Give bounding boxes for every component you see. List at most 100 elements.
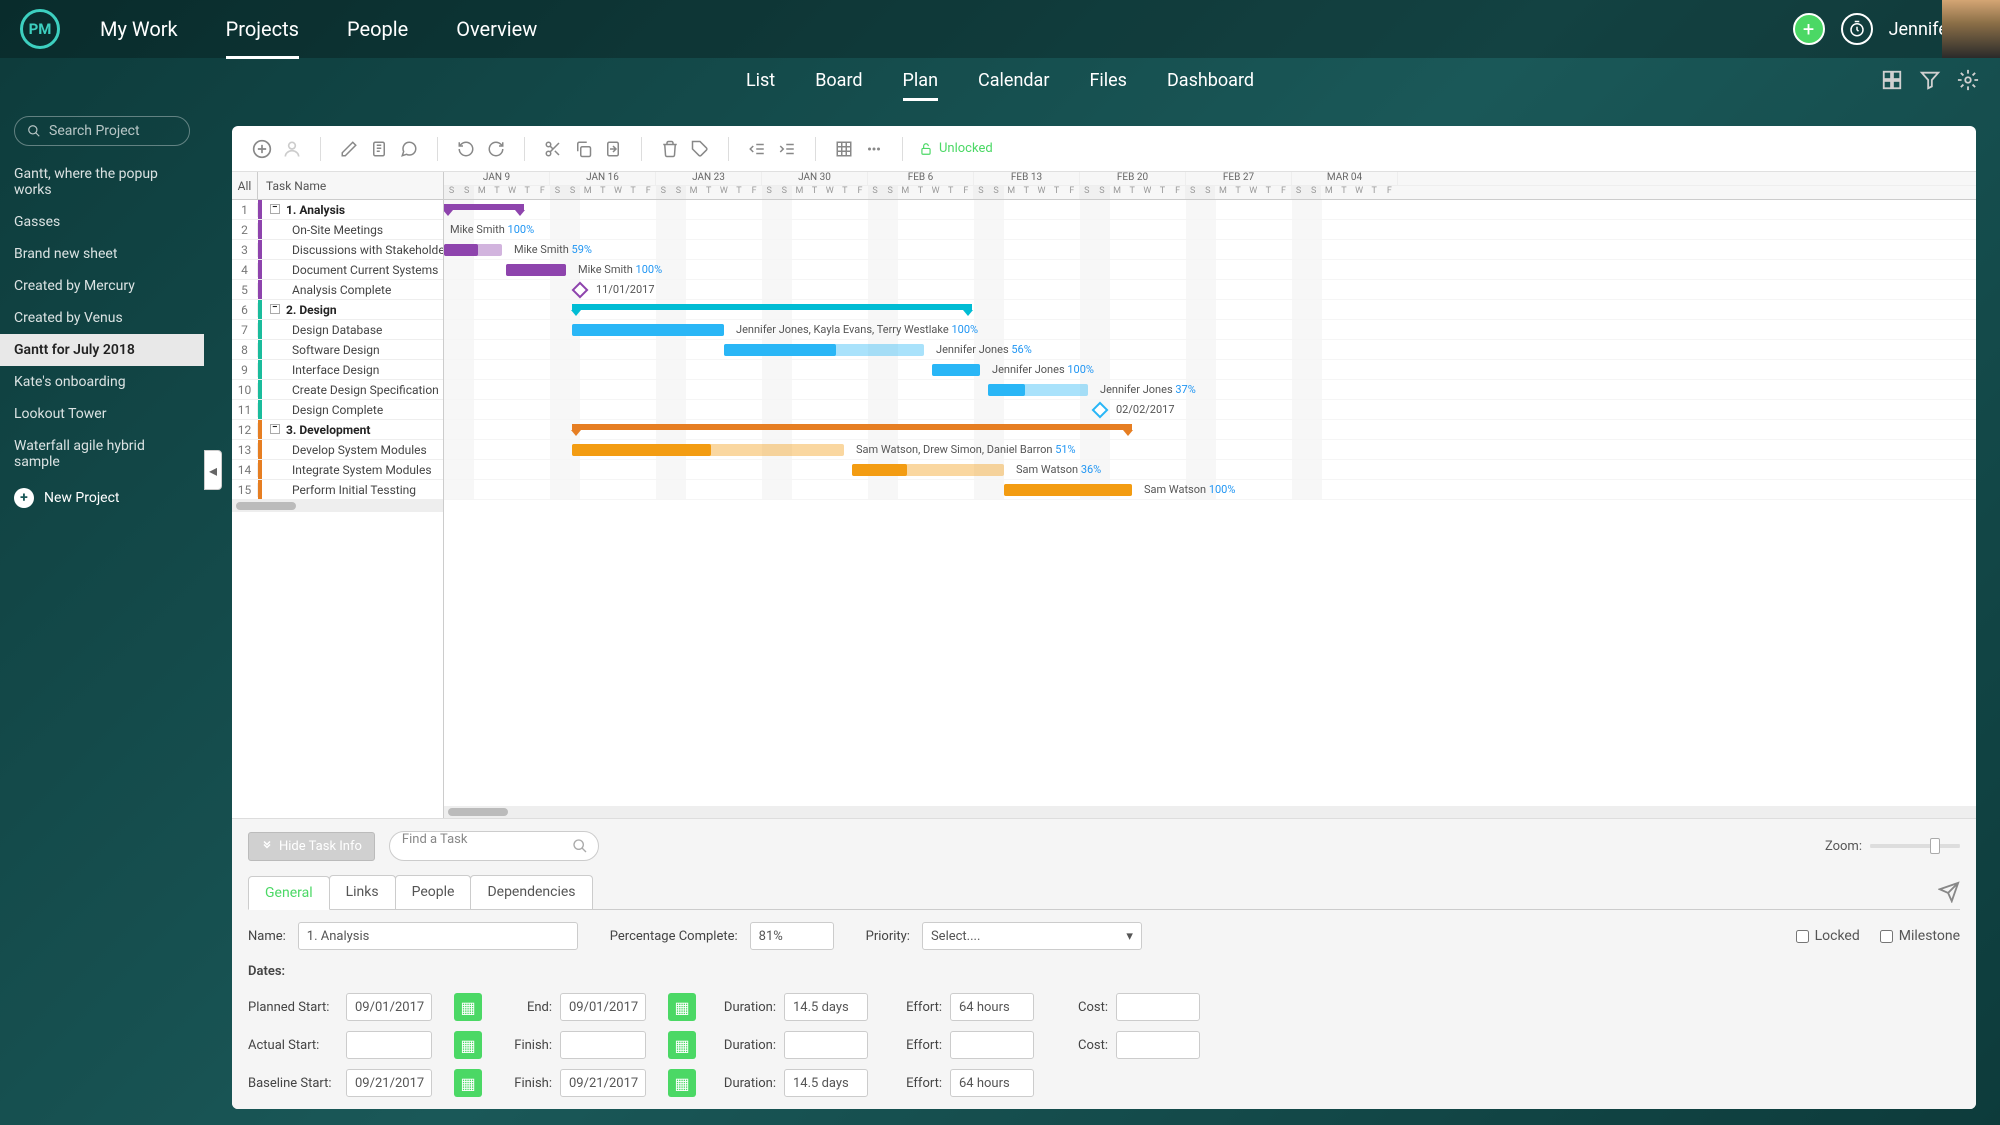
- sidebar-item[interactable]: Created by Mercury: [0, 270, 204, 302]
- timeline-row[interactable]: Jennifer Jones 37%: [444, 380, 1976, 400]
- gantt-bar[interactable]: [724, 344, 924, 356]
- gantt-bar[interactable]: [572, 444, 844, 456]
- cut-icon[interactable]: [541, 137, 565, 161]
- find-task-input[interactable]: Find a Task: [389, 831, 599, 861]
- nav-my-work[interactable]: My Work: [100, 17, 178, 59]
- hide-task-button[interactable]: Hide Task Info: [248, 832, 375, 861]
- tag-icon[interactable]: [688, 137, 712, 161]
- timeline-row[interactable]: 11/01/2017: [444, 280, 1976, 300]
- task-row[interactable]: 3Discussions with Stakeholders: [232, 240, 443, 260]
- gantt-bar[interactable]: [506, 264, 566, 276]
- task-row[interactable]: 15Perform Initial Tessting: [232, 480, 443, 500]
- timeline-row[interactable]: 02/02/2017: [444, 400, 1976, 420]
- sidebar-collapse[interactable]: ◂: [204, 450, 222, 490]
- add-task-icon[interactable]: [250, 137, 274, 161]
- calendar-icon[interactable]: ▦: [454, 1069, 482, 1097]
- timer-icon[interactable]: [1841, 13, 1873, 45]
- actual-start-input[interactable]: [346, 1031, 432, 1059]
- timeline-row[interactable]: Mike Smith 59%: [444, 240, 1976, 260]
- timeline-row[interactable]: [444, 300, 1976, 320]
- end-input[interactable]: 09/01/2017: [560, 993, 646, 1021]
- calendar-icon[interactable]: ▦: [454, 993, 482, 1021]
- effort2-input[interactable]: [950, 1031, 1034, 1059]
- task-row[interactable]: 14Integrate System Modules: [232, 460, 443, 480]
- avatar[interactable]: [1942, 0, 2000, 58]
- effort3-input[interactable]: 64 hours: [950, 1069, 1034, 1097]
- notes-icon[interactable]: [367, 137, 391, 161]
- duration2-input[interactable]: [784, 1031, 868, 1059]
- indent-icon[interactable]: [775, 137, 799, 161]
- finish-input[interactable]: [560, 1031, 646, 1059]
- cost-input[interactable]: [1116, 993, 1200, 1021]
- tab-list[interactable]: List: [746, 70, 775, 101]
- timeline[interactable]: JAN 9JAN 16JAN 23JAN 30FEB 6FEB 13FEB 20…: [444, 172, 1976, 818]
- tab-dashboard[interactable]: Dashboard: [1167, 70, 1254, 101]
- search-input[interactable]: Search Project: [14, 116, 190, 146]
- task-row[interactable]: 4Document Current Systems: [232, 260, 443, 280]
- calendar-icon[interactable]: ▦: [668, 993, 696, 1021]
- tab-dependencies[interactable]: Dependencies: [470, 875, 592, 909]
- task-row[interactable]: 2On-Site Meetings: [232, 220, 443, 240]
- grid-icon[interactable]: [1880, 68, 1904, 92]
- sidebar-item[interactable]: Waterfall agile hybrid sample: [0, 430, 204, 478]
- header-all[interactable]: All: [232, 172, 258, 199]
- summary-bar[interactable]: [444, 204, 524, 210]
- task-hscroll[interactable]: [232, 500, 443, 512]
- task-row[interactable]: 8Software Design: [232, 340, 443, 360]
- milestone-checkbox[interactable]: Milestone: [1880, 928, 1960, 944]
- gantt-bar[interactable]: [932, 364, 980, 376]
- summary-bar[interactable]: [572, 304, 972, 310]
- undo-icon[interactable]: [454, 137, 478, 161]
- calendar-icon[interactable]: ▦: [668, 1031, 696, 1059]
- copy-icon[interactable]: [571, 137, 595, 161]
- calendar-icon[interactable]: ▦: [668, 1069, 696, 1097]
- person-icon[interactable]: [280, 137, 304, 161]
- timeline-row[interactable]: Jennifer Jones 100%: [444, 360, 1976, 380]
- name-input[interactable]: 1. Analysis: [298, 922, 578, 950]
- tab-board[interactable]: Board: [815, 70, 862, 101]
- planned-start-input[interactable]: 09/01/2017: [346, 993, 432, 1021]
- timeline-row[interactable]: Sam Watson 36%: [444, 460, 1976, 480]
- timeline-row[interactable]: Jennifer Jones 56%: [444, 340, 1976, 360]
- gantt-bar[interactable]: [572, 324, 724, 336]
- baseline-start-input[interactable]: 09/21/2017: [346, 1069, 432, 1097]
- header-task-name[interactable]: Task Name: [258, 172, 443, 199]
- timeline-row[interactable]: Mike Smith 100%: [444, 220, 1976, 240]
- timeline-row[interactable]: Mike Smith 100%: [444, 260, 1976, 280]
- gear-icon[interactable]: [1956, 68, 1980, 92]
- tab-plan[interactable]: Plan: [903, 70, 938, 101]
- priority-select[interactable]: Select....▾: [922, 922, 1142, 950]
- columns-icon[interactable]: [832, 137, 856, 161]
- task-row[interactable]: 5Analysis Complete: [232, 280, 443, 300]
- gantt-bar[interactable]: [444, 244, 502, 256]
- lock-status[interactable]: Unlocked: [919, 141, 993, 156]
- timeline-row[interactable]: [444, 420, 1976, 440]
- timeline-row[interactable]: Jennifer Jones, Kayla Evans, Terry Westl…: [444, 320, 1976, 340]
- tab-people[interactable]: People: [395, 875, 472, 909]
- new-project-button[interactable]: + New Project: [0, 478, 204, 518]
- add-button[interactable]: +: [1793, 13, 1825, 45]
- gantt-bar[interactable]: [988, 384, 1088, 396]
- gantt-bar[interactable]: [852, 464, 1004, 476]
- sidebar-item[interactable]: Created by Venus: [0, 302, 204, 334]
- filter-icon[interactable]: [1918, 68, 1942, 92]
- edit-icon[interactable]: [337, 137, 361, 161]
- zoom-slider[interactable]: [1870, 842, 1960, 850]
- nav-overview[interactable]: Overview: [456, 17, 537, 59]
- delete-icon[interactable]: [658, 137, 682, 161]
- more-icon[interactable]: [862, 137, 886, 161]
- task-row[interactable]: 13Develop System Modules: [232, 440, 443, 460]
- sidebar-item[interactable]: Gantt, where the popup works: [0, 158, 204, 206]
- pct-input[interactable]: 81%: [750, 922, 834, 950]
- sidebar-item[interactable]: Kate's onboarding: [0, 366, 204, 398]
- task-row[interactable]: 10Create Design Specification: [232, 380, 443, 400]
- cost2-input[interactable]: [1116, 1031, 1200, 1059]
- duration3-input[interactable]: 14.5 days: [784, 1069, 868, 1097]
- sidebar-item[interactable]: Gantt for July 2018: [0, 334, 204, 366]
- tab-calendar[interactable]: Calendar: [978, 70, 1049, 101]
- redo-icon[interactable]: [484, 137, 508, 161]
- milestone-marker[interactable]: [572, 282, 589, 299]
- task-row[interactable]: 11Design Complete: [232, 400, 443, 420]
- sidebar-item[interactable]: Lookout Tower: [0, 398, 204, 430]
- milestone-marker[interactable]: [1092, 402, 1109, 419]
